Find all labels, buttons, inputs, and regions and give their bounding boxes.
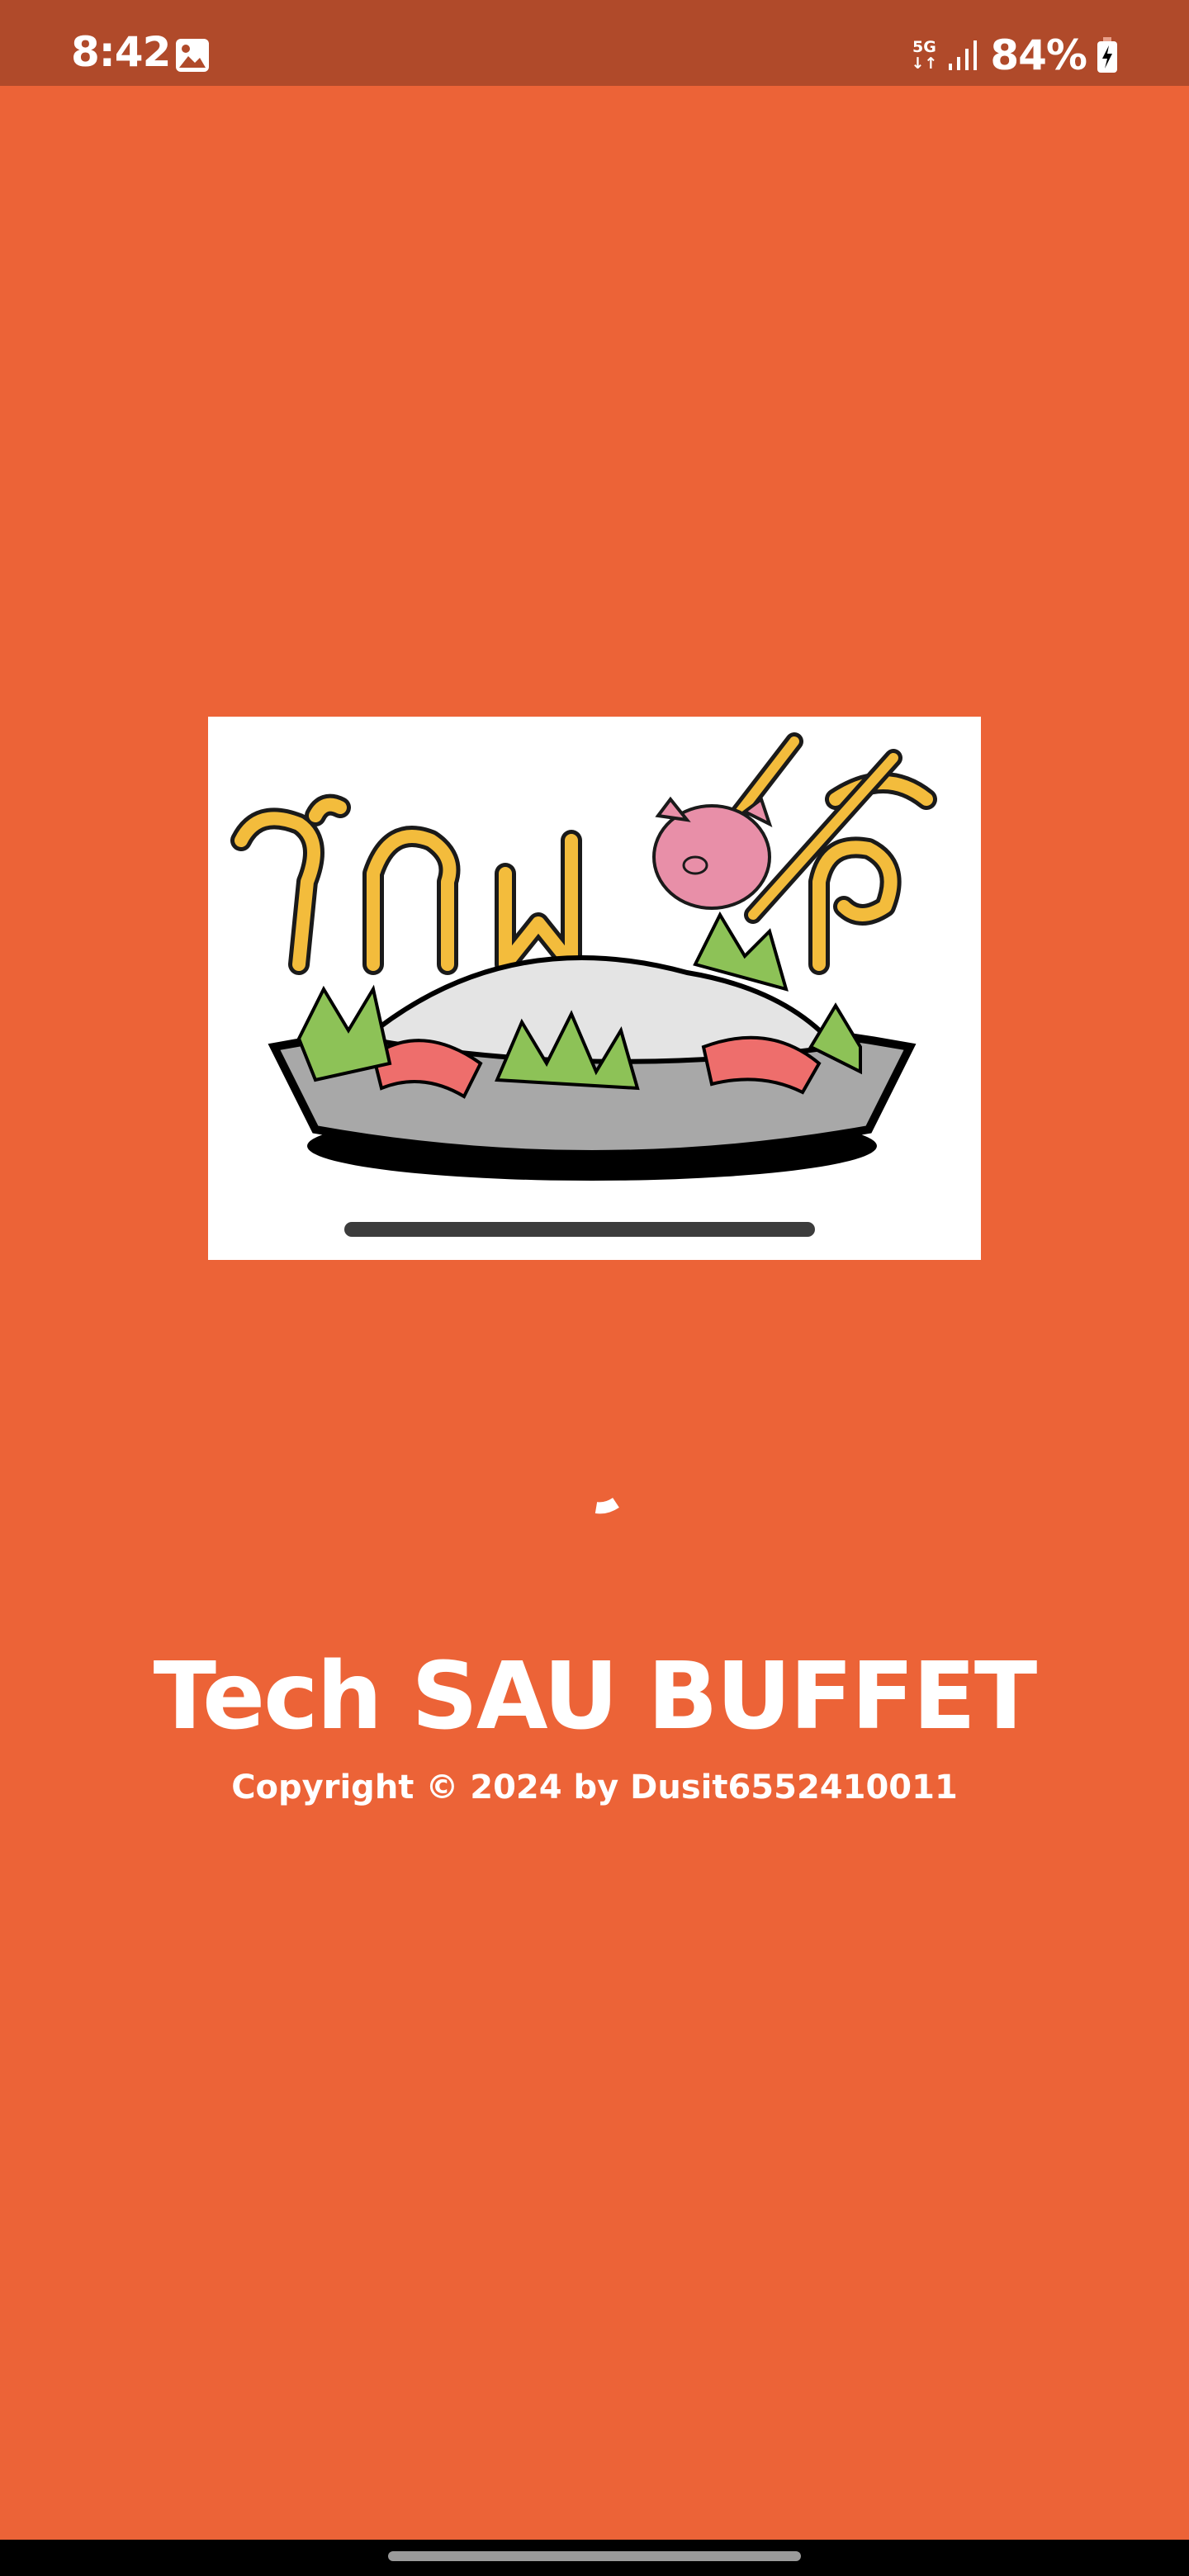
app-title: Tech SAU BUFFET [153, 1643, 1038, 1750]
loading-spinner-icon [594, 1498, 619, 1514]
gallery-icon [176, 39, 209, 72]
status-bar: 8:42 5G ↓↑ 84% [0, 0, 1189, 86]
battery-charging-icon [1097, 37, 1117, 73]
logo-illustration [230, 732, 937, 1237]
copyright-text: Copyright © 2024 by Dusit6552410011 [231, 1769, 958, 1807]
data-arrows-icon: ↓↑ [911, 54, 938, 73]
signal-icon [949, 40, 978, 70]
battery-percent: 84% [990, 31, 1087, 79]
network-indicator: 5G ↓↑ [911, 39, 937, 72]
system-navigation-bar [0, 2540, 1189, 2576]
network-type: 5G [912, 38, 936, 56]
home-gesture-handle[interactable] [388, 2551, 801, 2561]
status-time: 8:42 [71, 28, 171, 76]
restaurant-logo [208, 717, 981, 1260]
